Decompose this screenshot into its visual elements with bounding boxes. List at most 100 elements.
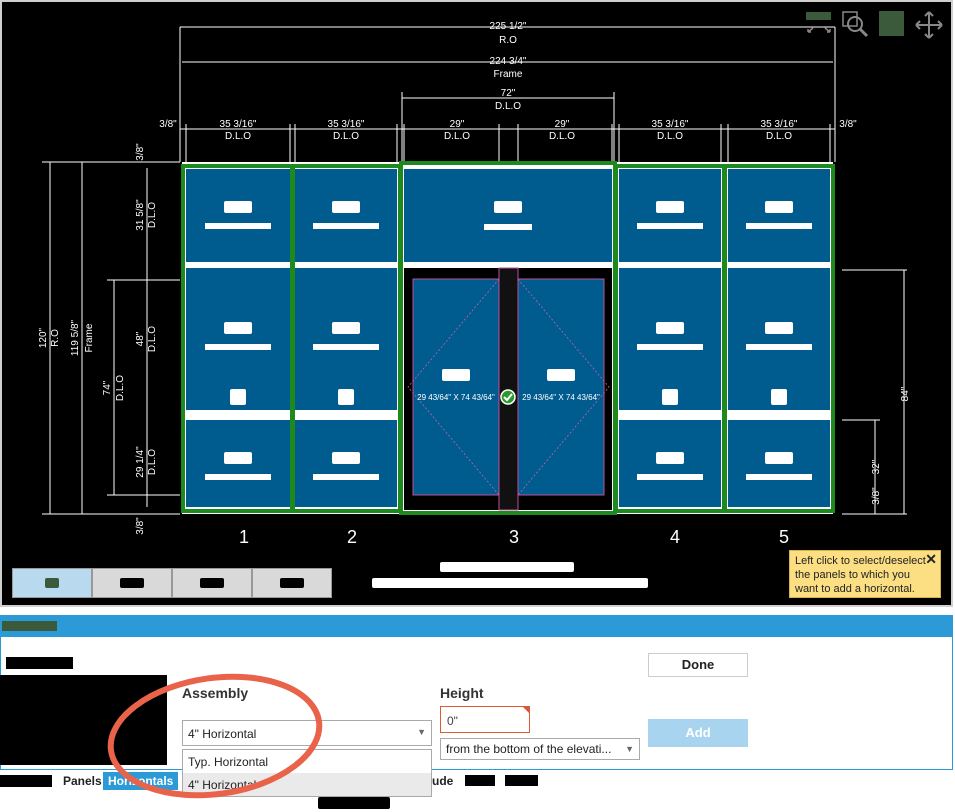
elevation-canvas[interactable]: 225 1/2" R.O 224 3/4" Frame 72" D.L.O 3/8" 3/8"… [0, 0, 953, 607]
ro-height-text: 120" [38, 327, 49, 348]
view-tabs [12, 568, 332, 598]
panel-label-block [332, 201, 360, 213]
panel-label-block [484, 224, 532, 230]
column-number: 4 [670, 527, 680, 547]
ro-label-text: R.O [499, 35, 517, 46]
edge-dim-text: 3/8" [159, 119, 177, 130]
chevron-down-icon: ▼ [625, 744, 634, 754]
mid-dlo-label: D.L.O [147, 326, 158, 352]
column-dlo-label: D.L.O [657, 131, 683, 142]
glass-panel [404, 169, 612, 262]
bottom-tabs: Panels Horizontals ude [0, 771, 953, 791]
door-leaf [517, 278, 605, 496]
assembly-select[interactable]: 4" Horizontal ▼ [182, 720, 432, 746]
ro-width-text: 225 1/2" [490, 21, 527, 32]
column-number: 3 [509, 527, 519, 547]
view-tab-1[interactable] [12, 568, 92, 598]
center-dlo-text: 72" [501, 88, 516, 99]
door-height-text: 74" [102, 380, 113, 395]
panel-label-block [205, 223, 271, 229]
elevation-drawing[interactable]: 225 1/2" R.O 224 3/4" Frame 72" D.L.O 3/8" 3/8"… [2, 2, 955, 609]
tab-ude[interactable]: ude [432, 772, 453, 790]
right-height-text: 84" [900, 386, 911, 401]
panel-label-block [746, 344, 812, 350]
view-tab-4[interactable] [252, 568, 332, 598]
close-icon[interactable]: ✕ [925, 552, 937, 566]
ro-height-label: R.O [50, 329, 61, 347]
panel-label-block [494, 201, 522, 213]
column-number: 1 [239, 527, 249, 547]
panel-label-block [765, 201, 793, 213]
height-label: Height [440, 685, 484, 701]
column-number: 5 [779, 527, 789, 547]
glass-panel [186, 268, 290, 410]
glass-panel [619, 268, 721, 410]
canvas-subcaption-block [372, 578, 648, 588]
instruction-tooltip: Left click to select/deselect the panels… [789, 550, 941, 598]
done-button[interactable]: Done [648, 653, 748, 677]
panel-label-block [442, 369, 470, 381]
column-width-text: 35 3/16" [652, 119, 689, 130]
column-dlo-label: D.L.O [333, 131, 359, 142]
tab-block[interactable] [0, 775, 52, 787]
add-button[interactable]: Add [648, 719, 748, 747]
glass-panel [295, 268, 397, 410]
panel-label-block [746, 223, 812, 229]
footer-block [318, 797, 390, 809]
center-dlo-label: D.L.O [495, 101, 521, 112]
panel-label-block [224, 322, 252, 334]
chevron-down-icon: ▼ [417, 727, 426, 737]
panel-label-block [656, 322, 684, 334]
panel-marker-block [338, 389, 354, 405]
door-leaf [412, 278, 500, 496]
panel-label-block [547, 369, 575, 381]
tab-horizontals[interactable]: Horizontals [103, 772, 179, 790]
panel-label-block [313, 474, 379, 480]
bottom-dlo-text: 29 1/4" [135, 446, 146, 478]
glass-panel [619, 169, 721, 262]
edge-dim-text: 3/8" [871, 487, 882, 505]
door-size-text: 29 43/64" X 74 43/64" [417, 393, 495, 402]
bottom-dlo-label: D.L.O [147, 449, 158, 475]
panel-label-block [332, 452, 360, 464]
height-value: 0" [447, 714, 458, 728]
door-width-text: 29" [555, 119, 570, 130]
panel-label-block [637, 474, 703, 480]
door-mullion [498, 267, 519, 511]
panel-label-block [746, 474, 812, 480]
assembly-option[interactable]: Typ. Horizontal [183, 750, 431, 773]
door-dlo-label: D.L.O [444, 131, 470, 142]
panel-label-block [765, 452, 793, 464]
glass-panel [728, 169, 830, 262]
height-input[interactable]: 0" [440, 706, 530, 733]
frame-width-text: 224 3/4" [490, 56, 527, 67]
panel-header-block [2, 621, 57, 631]
tooltip-text: Left click to select/deselect the panels… [795, 555, 926, 595]
column-width-text: 35 3/16" [761, 119, 798, 130]
tab-block[interactable] [465, 775, 495, 786]
canvas-caption-block [440, 562, 574, 572]
panel-label-block [765, 322, 793, 334]
panel-label-block [313, 223, 379, 229]
column-dlo-label: D.L.O [225, 131, 251, 142]
panel-label-block [313, 344, 379, 350]
panel-label-block [637, 344, 703, 350]
mid-dlo-text: 48" [135, 331, 146, 346]
door-height-label: D.L.O [115, 375, 126, 401]
panel-label-block [637, 223, 703, 229]
edge-dim-text: 3/8" [839, 119, 857, 130]
glass-panel [295, 169, 397, 262]
reference-select[interactable]: from the bottom of the elevati... ▼ [440, 738, 640, 760]
tab-block[interactable] [505, 775, 538, 786]
door-size-text: 29 43/64" X 74 43/64" [522, 393, 600, 402]
assembly-value: 4" Horizontal [188, 727, 257, 741]
tab-panels[interactable]: Panels [63, 772, 102, 790]
door-width-text: 29" [450, 119, 465, 130]
view-tab-3[interactable] [172, 568, 252, 598]
view-tab-2[interactable] [92, 568, 172, 598]
glass-panel [186, 169, 290, 262]
panel-label-block [656, 201, 684, 213]
panel-label-block [332, 322, 360, 334]
panel-header [0, 615, 953, 637]
top-dlo-label: D.L.O [147, 202, 158, 228]
